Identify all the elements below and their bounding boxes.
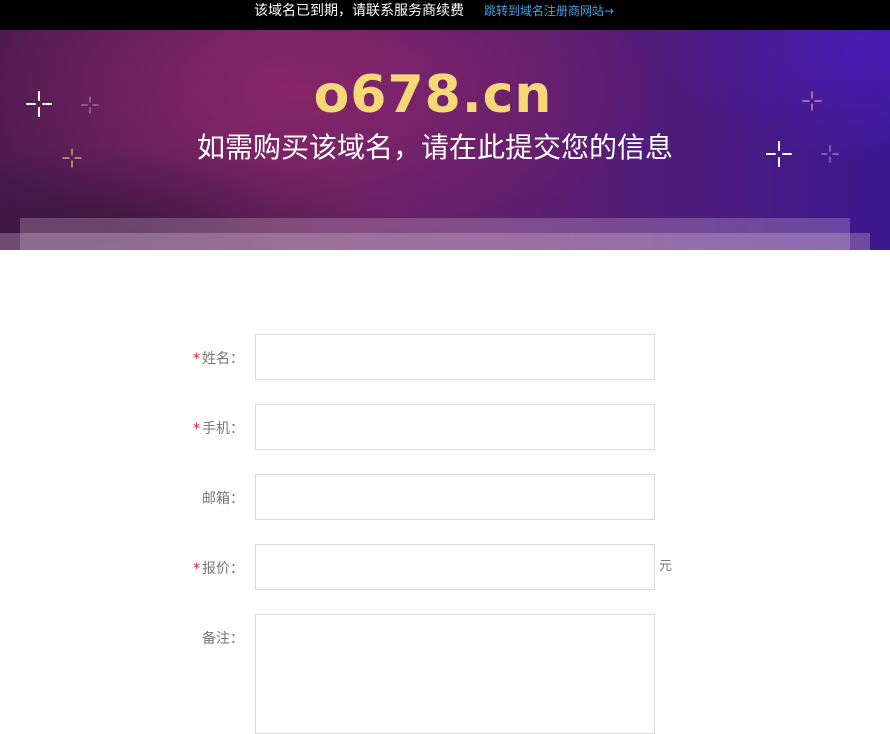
note-textarea[interactable]: [255, 614, 655, 734]
expired-notice: 该域名已到期，请联系服务商续费: [254, 3, 464, 19]
email-label-text: 邮箱：: [202, 491, 244, 507]
note-label: 备注：: [202, 614, 244, 660]
email-row: 邮箱：: [0, 474, 890, 520]
name-label-text: 姓名：: [202, 351, 244, 367]
price-input[interactable]: [255, 544, 655, 590]
phone-input[interactable]: [255, 404, 655, 450]
name-row: * 姓名：: [0, 334, 890, 380]
required-mark: *: [193, 421, 200, 437]
hero-band-decoration: [20, 218, 850, 250]
required-mark: *: [193, 351, 200, 367]
phone-label: * 手机：: [193, 404, 244, 450]
note-row: 备注：: [0, 614, 890, 734]
hero-subtitle: 如需购买该域名，请在此提交您的信息: [196, 131, 673, 164]
email-label: 邮箱：: [202, 474, 244, 520]
price-row: * 报价： 元: [0, 544, 890, 590]
hero-banner: o678.cn 如需购买该域名，请在此提交您的信息: [0, 30, 890, 250]
required-mark: *: [193, 561, 200, 577]
phone-row: * 手机：: [0, 404, 890, 450]
phone-label-text: 手机：: [202, 421, 244, 437]
name-label: * 姓名：: [193, 334, 244, 380]
price-label: * 报价：: [193, 544, 244, 590]
price-label-text: 报价：: [202, 561, 244, 577]
email-input[interactable]: [255, 474, 655, 520]
purchase-form: * 姓名： * 手机： 邮箱： * 报价： 元 备注：: [0, 250, 890, 734]
registrar-link[interactable]: 跳转到域名注册商网站→: [484, 2, 614, 20]
name-input[interactable]: [255, 334, 655, 380]
domain-name-title: o678.cn: [313, 65, 553, 125]
top-notice-bar: 该域名已到期，请联系服务商续费 跳转到域名注册商网站→: [0, 0, 890, 30]
price-unit: 元: [659, 559, 673, 574]
note-label-text: 备注：: [202, 631, 244, 647]
